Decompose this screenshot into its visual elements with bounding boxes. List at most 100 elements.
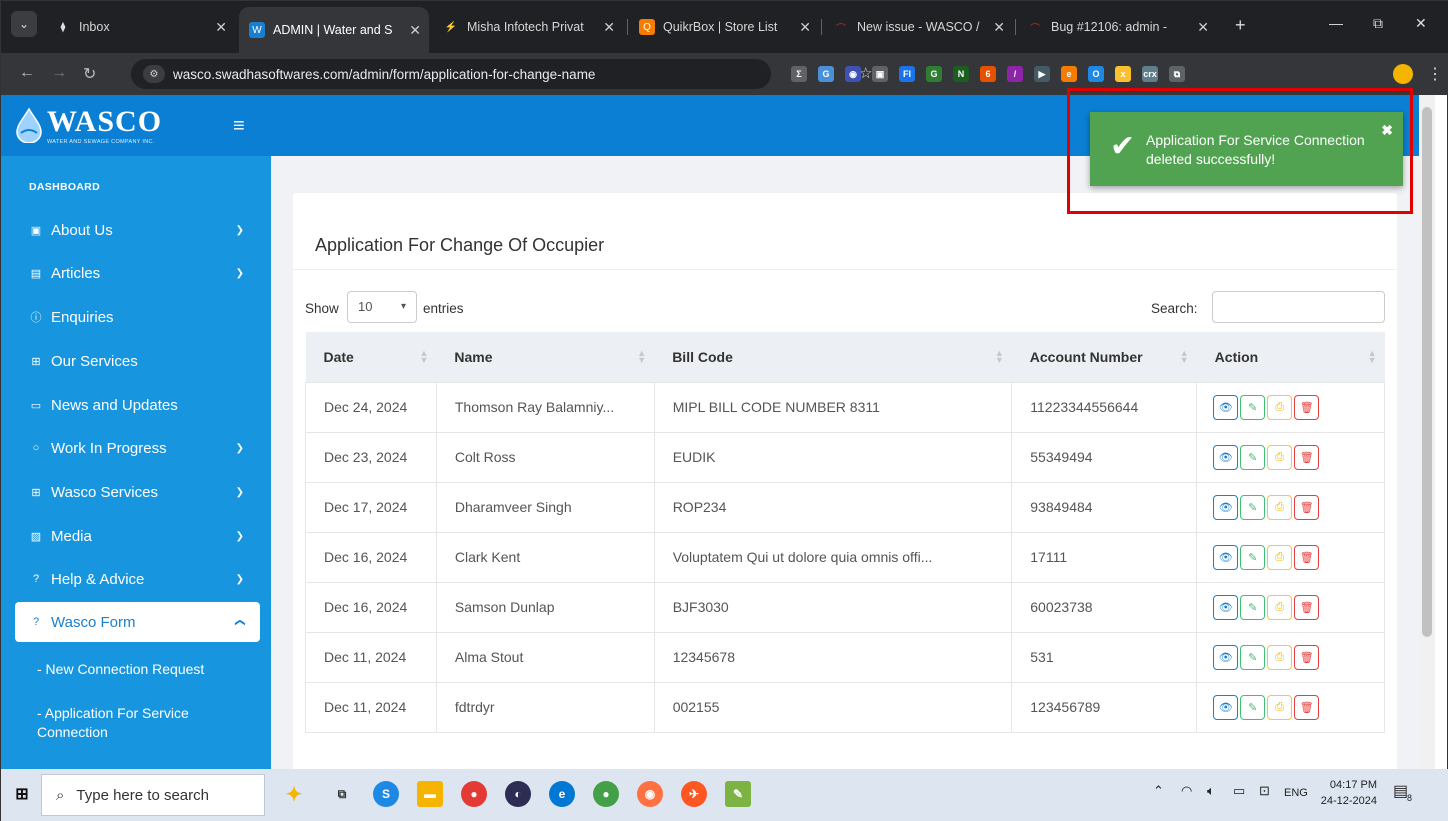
scrollbar-thumb[interactable] — [1422, 107, 1432, 637]
extension-icon[interactable]: ⧉ — [1169, 66, 1185, 82]
chrome-canary-icon[interactable]: ● — [593, 781, 619, 807]
close-icon[interactable]: ✕ — [993, 19, 1005, 36]
close-window-button[interactable]: ✕ — [1415, 15, 1427, 32]
extension-icon[interactable]: Σ — [791, 66, 807, 82]
extension-icon[interactable]: crx — [1142, 66, 1158, 82]
extension-icon[interactable]: FI — [899, 66, 915, 82]
edit-button[interactable]: ✎ — [1240, 694, 1266, 720]
column-header-bill-code[interactable]: Bill Code ▲ ▼ — [654, 332, 1012, 382]
browser-tab-inbox[interactable]: ⧫ Inbox ✕ — [45, 9, 235, 45]
profile-avatar[interactable] — [1393, 64, 1413, 84]
sidebar-subitem-new-connection[interactable]: - New Connection Request — [37, 660, 237, 679]
forward-icon[interactable]: → — [51, 64, 67, 82]
print-button[interactable]: ⎙ — [1267, 394, 1293, 420]
edit-button[interactable]: ✎ — [1240, 394, 1266, 420]
entries-select[interactable]: 10 ▾ — [347, 291, 417, 323]
browser-tab-new-issue[interactable]: ⌒ New issue - WASCO / ✕ — [823, 9, 1013, 45]
eclipse-icon[interactable]: ◐ — [505, 781, 531, 807]
close-icon[interactable]: ✕ — [215, 19, 227, 36]
notification-center-icon[interactable]: ▤ — [1393, 781, 1408, 801]
clock[interactable]: 04:17 PM 24-12-2024 — [1317, 777, 1377, 809]
pen-icon[interactable]: ⊡ — [1259, 783, 1270, 799]
edit-button[interactable]: ✎ — [1240, 494, 1266, 520]
delete-button[interactable]: 🗑︎ — [1294, 544, 1320, 570]
sidebar-item-enquiries[interactable]: ⓘ Enquiries — [15, 297, 260, 337]
site-info-icon[interactable]: ⚙ — [143, 65, 165, 83]
edit-button[interactable]: ✎ — [1240, 544, 1266, 570]
print-button[interactable]: ⎙ — [1267, 594, 1293, 620]
postman-icon[interactable]: ✈ — [681, 781, 707, 807]
browser-tab-bug[interactable]: ⌒ Bug #12106: admin - ✕ — [1017, 9, 1217, 45]
close-icon[interactable]: ✕ — [409, 22, 421, 39]
back-icon[interactable]: ← — [19, 64, 35, 82]
view-button[interactable]: 👁︎ — [1213, 394, 1239, 420]
sidebar-item-news-and-updates[interactable]: ▭ News and Updates — [15, 385, 260, 425]
print-button[interactable]: ⎙ — [1267, 644, 1293, 670]
extension-icon[interactable]: ◉ — [845, 66, 861, 82]
hamburger-menu-icon[interactable]: ≡ — [233, 115, 245, 138]
browser-tab-quikrbox[interactable]: Q QuikrBox | Store List ✕ — [629, 9, 819, 45]
search-input[interactable] — [1212, 291, 1385, 323]
view-button[interactable]: 👁︎ — [1213, 644, 1239, 670]
column-header-name[interactable]: Name ▲ ▼ — [436, 332, 655, 382]
view-button[interactable]: 👁︎ — [1213, 544, 1239, 570]
delete-button[interactable]: 🗑︎ — [1294, 494, 1320, 520]
extension-icon[interactable]: 6 — [980, 66, 996, 82]
skype-icon[interactable]: S — [373, 781, 399, 807]
url-bar[interactable]: ⚙ wasco.swadhasoftwares.com/admin/form/a… — [131, 59, 872, 89]
close-icon[interactable]: ✕ — [799, 19, 811, 36]
sidebar-item-our-services[interactable]: ⊞ Our Services — [15, 341, 260, 381]
extension-icon[interactable]: e — [1061, 66, 1077, 82]
delete-button[interactable]: 🗑︎ — [1294, 694, 1320, 720]
sidebar-item-wasco-services[interactable]: ⊞ Wasco Services ❯ — [15, 472, 260, 512]
sidebar-item-media[interactable]: ▨ Media ❯ — [15, 516, 260, 556]
browser-menu-icon[interactable]: ⋮ — [1427, 64, 1443, 84]
browser-tab-misha[interactable]: ⚡ Misha Infotech Privat ✕ — [433, 9, 623, 45]
language-indicator[interactable]: ENG — [1284, 787, 1308, 799]
reload-icon[interactable]: ↻ — [83, 64, 96, 84]
firefox-icon[interactable]: ◉ — [637, 781, 663, 807]
file-explorer-icon[interactable]: ▬ — [417, 781, 443, 807]
battery-icon[interactable]: ▭ — [1233, 783, 1245, 799]
task-view-icon[interactable]: ⧉ — [329, 781, 355, 807]
delete-button[interactable]: 🗑︎ — [1294, 594, 1320, 620]
sidebar-item-wasco-form[interactable]: ? Wasco Form ❯ — [15, 602, 260, 642]
view-button[interactable]: 👁︎ — [1213, 444, 1239, 470]
extension-icon[interactable]: O — [1088, 66, 1104, 82]
column-header-action[interactable]: Action ▲ ▼ — [1196, 332, 1385, 382]
bookmark-star-icon[interactable]: ☆ — [859, 59, 872, 89]
close-icon[interactable]: ✕ — [1197, 19, 1209, 36]
edge-icon[interactable]: e — [549, 781, 575, 807]
taskbar-search-box[interactable]: ⌕ Type here to search — [41, 774, 265, 816]
extension-icon[interactable]: / — [1007, 66, 1023, 82]
sidebar-item-work-in-progress[interactable]: ○ Work In Progress ❯ — [15, 428, 260, 468]
tab-search-button[interactable]: ⌄ — [11, 11, 37, 37]
windows-start-icon[interactable]: ⊞ — [9, 781, 35, 807]
new-tab-button[interactable]: + — [1235, 15, 1246, 36]
extension-icon[interactable]: x — [1115, 66, 1131, 82]
chrome-icon[interactable]: ● — [461, 781, 487, 807]
print-button[interactable]: ⎙ — [1267, 444, 1293, 470]
print-button[interactable]: ⎙ — [1267, 544, 1293, 570]
tray-overflow-icon[interactable]: ⌃ — [1153, 783, 1164, 799]
notepad-icon[interactable]: ✎ — [725, 781, 751, 807]
close-icon[interactable]: ✖ — [1381, 122, 1393, 139]
extension-icon[interactable]: ▶ — [1034, 66, 1050, 82]
page-scrollbar[interactable] — [1419, 95, 1435, 769]
extension-icon[interactable]: G — [818, 66, 834, 82]
copilot-sparkle-icon[interactable]: ✦ — [281, 781, 307, 807]
column-header-date[interactable]: Date ▲ ▼ — [305, 332, 437, 382]
minimize-button[interactable]: — — [1329, 15, 1343, 31]
view-button[interactable]: 👁︎ — [1213, 694, 1239, 720]
delete-button[interactable]: 🗑︎ — [1294, 444, 1320, 470]
sidebar-item-articles[interactable]: ▤ Articles ❯ — [15, 253, 260, 293]
volume-icon[interactable]: 🔈︎ — [1207, 783, 1215, 799]
close-icon[interactable]: ✕ — [603, 19, 615, 36]
extension-icon[interactable]: N — [953, 66, 969, 82]
extension-icon[interactable]: G — [926, 66, 942, 82]
delete-button[interactable]: 🗑︎ — [1294, 644, 1320, 670]
browser-tab-admin[interactable]: W ADMIN | Water and S ✕ — [239, 7, 429, 53]
sidebar-item-about-us[interactable]: ▣ About Us ❯ — [15, 210, 260, 250]
sidebar-subitem-service-connection[interactable]: - Application For Service Connection — [37, 704, 237, 742]
edit-button[interactable]: ✎ — [1240, 644, 1266, 670]
